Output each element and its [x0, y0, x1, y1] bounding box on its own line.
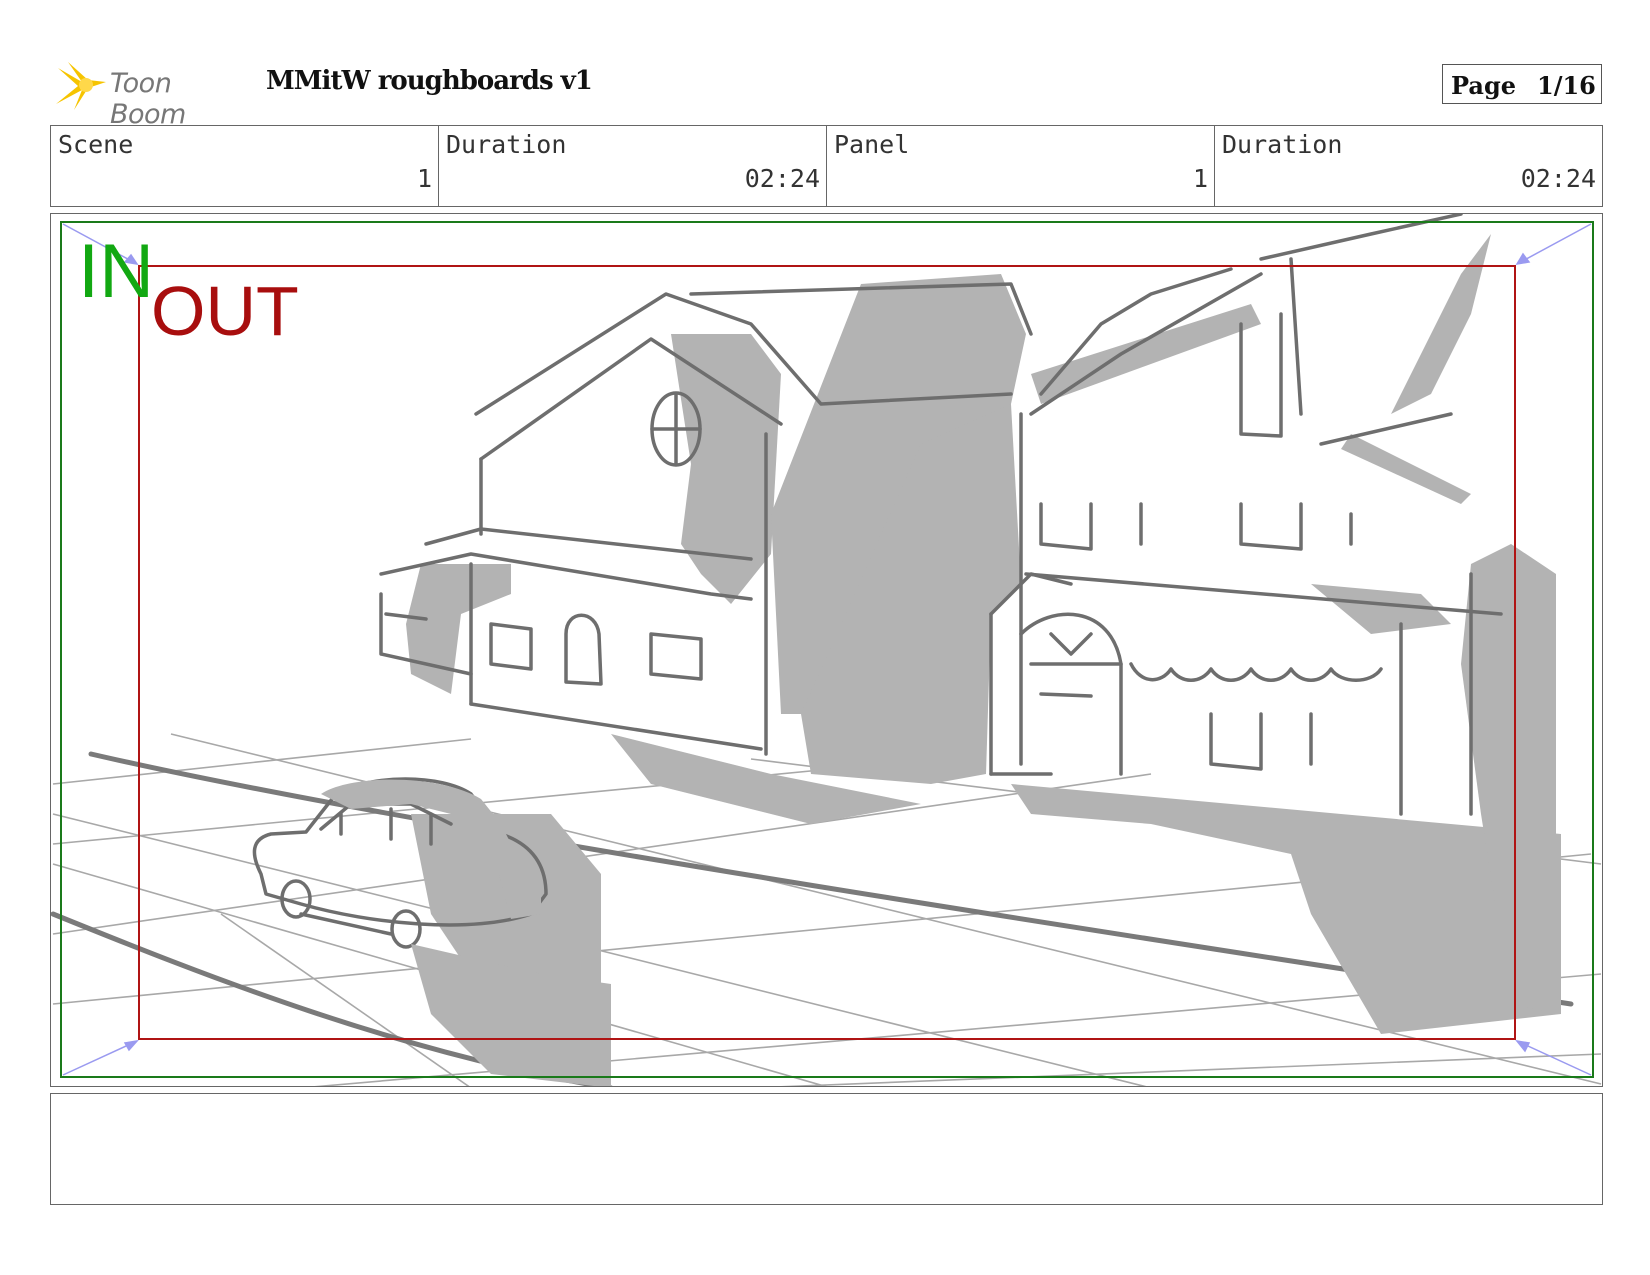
scene-duration-label: Duration — [446, 130, 567, 159]
storyboard-panel: IN OUT — [50, 213, 1603, 1087]
page-number: 1/16 — [1537, 71, 1596, 100]
panel-notes-box — [50, 1093, 1603, 1205]
panel-duration-label: Duration — [1222, 130, 1343, 159]
page-label: Page — [1451, 71, 1517, 100]
scene-value: 1 — [416, 164, 432, 193]
toon-boom-logo: Toon Boom — [54, 58, 254, 130]
scene-duration-value: 02:24 — [744, 164, 820, 193]
panel-duration-cell: Duration 02:24 — [1215, 126, 1602, 206]
out-frame-label: OUT — [151, 272, 299, 350]
panel-cell: Panel 1 — [827, 126, 1215, 206]
in-frame-label: IN — [78, 229, 154, 314]
logo-text: Toon Boom — [110, 68, 186, 130]
page-indicator: Page 1/16 — [1442, 64, 1602, 104]
scene-duration-cell: Duration 02:24 — [439, 126, 827, 206]
panel-label: Panel — [834, 130, 910, 159]
scene-label: Scene — [58, 130, 134, 159]
project-title: MMitW roughboards v1 — [266, 66, 593, 96]
scene-info-bar: Scene 1 Duration 02:24 Panel 1 Duration … — [50, 125, 1603, 207]
panel-duration-value: 02:24 — [1520, 164, 1596, 193]
scene-cell: Scene 1 — [51, 126, 439, 206]
starburst-icon — [56, 62, 106, 110]
panel-value: 1 — [1192, 164, 1208, 193]
house-right-outline — [989, 214, 1503, 816]
